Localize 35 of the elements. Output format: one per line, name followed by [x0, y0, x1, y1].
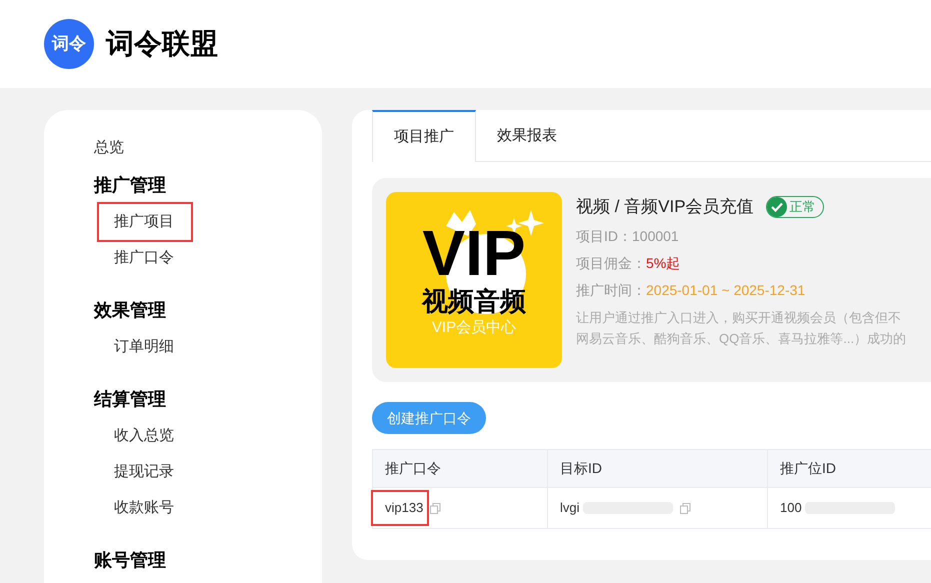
description-line: 网易云音乐、酷狗音乐、QQ音乐、喜马拉雅等...）成功的: [576, 330, 906, 348]
table-cell-text: 100: [780, 500, 802, 516]
status-badge: 正常: [766, 196, 824, 218]
tab[interactable]: 效果报表: [476, 110, 578, 162]
column-header: 推广位ID: [768, 450, 931, 487]
table-cell-text: vip133: [385, 500, 424, 516]
sidebar-item[interactable]: 提现记录: [114, 462, 174, 482]
sidebar-item[interactable]: 订单明细: [114, 337, 174, 357]
check-circle-icon: [766, 196, 787, 217]
table-cell-text: lvgi: [560, 500, 580, 516]
sidebar-item[interactable]: 推广项目: [114, 212, 174, 232]
sidebar-item[interactable]: 收入总览: [114, 426, 174, 446]
sidebar-section-heading: 推广管理: [94, 174, 166, 197]
logo-icon: 词令: [44, 19, 94, 69]
copy-icon[interactable]: [680, 502, 691, 514]
field-label: 推广时间：: [576, 281, 646, 300]
column-header: 推广口令: [373, 450, 548, 487]
description-line: 让用户通过推广入口进入，购买开通视频会员（包含但不: [576, 308, 902, 326]
banner-subtitle: VIP会员中心: [432, 318, 516, 338]
tab[interactable]: 项目推广: [372, 110, 476, 162]
field-value: 5%起: [646, 254, 680, 273]
field-label: 项目佣金：: [576, 254, 646, 273]
copy-icon[interactable]: [430, 502, 442, 514]
field-label: 项目ID：: [576, 227, 632, 246]
field-value: 2025-01-01 ~ 2025-12-31: [646, 281, 806, 300]
app-title: 词令联盟: [106, 27, 218, 61]
sidebar-item[interactable]: 推广口令: [114, 248, 174, 268]
sidebar-link[interactable]: 总览: [94, 138, 124, 158]
sidebar-section-heading: 结算管理: [94, 388, 166, 411]
column-header: 目标ID: [548, 450, 768, 487]
sidebar-section-heading: 账号管理: [94, 549, 166, 572]
sidebar-item[interactable]: 收款账号: [114, 498, 174, 518]
field-value: 100001: [632, 227, 679, 246]
project-title: 视频 / 音频VIP会员充值: [576, 196, 754, 218]
sidebar-section-heading: 效果管理: [94, 299, 166, 322]
